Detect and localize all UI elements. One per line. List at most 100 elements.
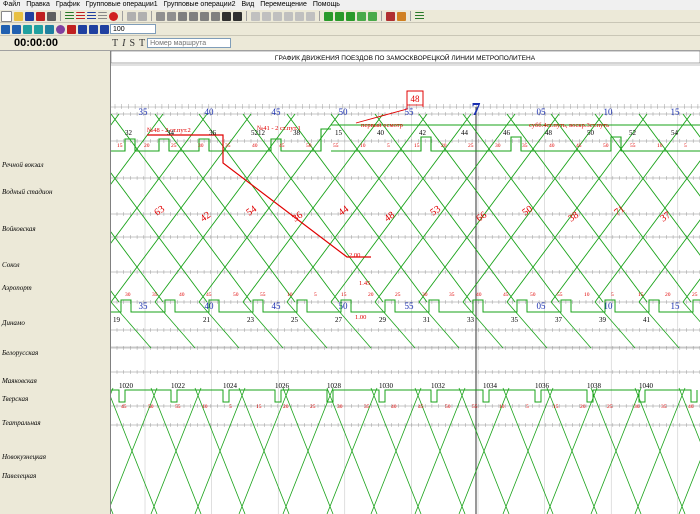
arrow-icon[interactable] bbox=[368, 11, 377, 21]
train-number-low: 1026 bbox=[275, 382, 290, 390]
stop-icon[interactable] bbox=[156, 11, 165, 21]
small-minute-label: 25 bbox=[310, 404, 316, 410]
delete-icon[interactable] bbox=[109, 11, 118, 21]
small-minute-label: 50 bbox=[148, 404, 154, 410]
binoculars-icon[interactable] bbox=[222, 11, 231, 21]
arrow-left-icon[interactable] bbox=[189, 11, 198, 21]
train-number-mid: 23 bbox=[247, 316, 255, 324]
lines-icon[interactable] bbox=[65, 11, 74, 21]
train-number-low: 1030 bbox=[379, 382, 394, 390]
undo-icon[interactable] bbox=[127, 11, 136, 21]
binoculars-icon[interactable] bbox=[233, 11, 242, 21]
train-path-lower bbox=[111, 507, 114, 514]
small-minute-label: 15 bbox=[553, 404, 559, 410]
cross-icon[interactable] bbox=[346, 11, 355, 21]
table-icon[interactable] bbox=[23, 24, 32, 34]
menu-item-5[interactable]: Вид bbox=[239, 0, 258, 10]
small-minute-label: 35 bbox=[661, 404, 667, 410]
menu-item-0[interactable]: Файл bbox=[0, 0, 23, 10]
small-minute-label: 20 bbox=[665, 292, 671, 298]
diagonal-train-number: 54 bbox=[244, 204, 259, 219]
lines-red-icon[interactable] bbox=[76, 11, 85, 21]
cross-icon[interactable] bbox=[335, 11, 344, 21]
menu-item-2[interactable]: График bbox=[53, 0, 83, 10]
train-number-mid: 35 bbox=[511, 316, 519, 324]
train-number-low: 1032 bbox=[431, 382, 446, 390]
train-number-mid: 37 bbox=[555, 316, 563, 324]
arrow-right-icon[interactable] bbox=[178, 11, 187, 21]
tools-icon[interactable] bbox=[397, 11, 406, 21]
train-number-top: 34 bbox=[167, 129, 175, 137]
minute-label-mid: 45 bbox=[272, 301, 282, 311]
station-label-0: Речной вокзал bbox=[2, 161, 44, 169]
train-schedule-chart[interactable]: ГРАФИК ДВИЖЕНИЯ ПОЕЗДОВ ПО ЗАМОСКВОРЕЦКО… bbox=[111, 51, 700, 514]
small-minute-label: 10 bbox=[360, 143, 366, 149]
small-minute-label: 45 bbox=[418, 404, 424, 410]
lines-blue-icon[interactable] bbox=[87, 11, 96, 21]
small-minute-label: 55 bbox=[175, 404, 181, 410]
text-tool-button-2[interactable]: Т bbox=[139, 38, 145, 49]
lines-icon[interactable] bbox=[415, 11, 424, 21]
menu-item-1[interactable]: Правка bbox=[23, 0, 53, 10]
grid-icon[interactable] bbox=[295, 11, 304, 21]
save-all-icon[interactable] bbox=[36, 11, 45, 21]
minute-label-mid: 05 bbox=[537, 301, 547, 311]
weekend-note: субб.4ст.путь, воскр.3ст.путь bbox=[529, 122, 609, 129]
lines-mixed-icon[interactable] bbox=[98, 11, 107, 21]
table-icon[interactable] bbox=[34, 24, 43, 34]
grid-icon[interactable] bbox=[306, 11, 315, 21]
tools-icon[interactable] bbox=[386, 11, 395, 21]
table-icon[interactable] bbox=[45, 24, 54, 34]
small-minute-label: 30 bbox=[495, 143, 501, 149]
list-icon[interactable] bbox=[12, 24, 21, 34]
arrow-left-icon[interactable] bbox=[200, 11, 209, 21]
separator bbox=[151, 11, 152, 21]
menu-item-6[interactable]: Перемещение bbox=[257, 0, 310, 10]
minute-label-top: 45 bbox=[272, 107, 282, 117]
grid-icon[interactable] bbox=[251, 11, 260, 21]
route-number-input[interactable] bbox=[147, 38, 232, 48]
menu-item-4[interactable]: Групповые операции2 bbox=[161, 0, 239, 10]
grid-icon[interactable] bbox=[262, 11, 271, 21]
new-file-icon[interactable] bbox=[1, 10, 12, 22]
small-minute-label: 30 bbox=[634, 404, 640, 410]
stop-icon[interactable] bbox=[167, 11, 176, 21]
small-minute-label: 15 bbox=[117, 143, 123, 149]
minute-label-mid: 15 bbox=[671, 301, 681, 311]
print-icon[interactable] bbox=[47, 11, 56, 21]
redo-icon[interactable] bbox=[138, 11, 147, 21]
menu-item-3[interactable]: Групповые операции1 bbox=[83, 0, 161, 10]
time-200: 2.00 bbox=[349, 252, 360, 259]
counter-icon[interactable] bbox=[67, 24, 76, 34]
grid-icon[interactable] bbox=[284, 11, 293, 21]
train-number-top: 46 bbox=[503, 129, 511, 137]
station-label-6: Белорусская bbox=[2, 349, 39, 357]
open-folder-icon[interactable] bbox=[14, 11, 23, 21]
arrow-right-icon[interactable] bbox=[211, 11, 220, 21]
clock-display: 00:00:00 bbox=[14, 37, 59, 49]
small-minute-label: 40 bbox=[688, 404, 694, 410]
diagonal-train-number: 63 bbox=[152, 204, 167, 219]
diagonal-icon[interactable] bbox=[324, 11, 333, 21]
minus-icon[interactable] bbox=[89, 24, 98, 34]
chart-title: ГРАФИК ДВИЖЕНИЯ ПОЕЗДОВ ПО ЗАМОСКВОРЕЦКО… bbox=[275, 53, 536, 62]
text-tool-button[interactable]: T bbox=[112, 38, 118, 49]
arrow-icon[interactable] bbox=[357, 11, 366, 21]
list-icon[interactable] bbox=[1, 24, 10, 34]
small-minute-label: 15 bbox=[256, 404, 262, 410]
globe-icon[interactable] bbox=[56, 24, 65, 34]
plus-icon[interactable] bbox=[100, 24, 109, 34]
grid-icon[interactable] bbox=[78, 24, 87, 34]
menu-item-7[interactable]: Помощь bbox=[310, 0, 343, 10]
train-number-mid: 19 bbox=[113, 316, 121, 324]
strike-tool-button[interactable]: S bbox=[129, 38, 135, 49]
save-icon[interactable] bbox=[25, 11, 34, 21]
station-label-3: Сокол bbox=[2, 261, 20, 269]
small-minute-label: 25 bbox=[607, 404, 613, 410]
scale-input[interactable] bbox=[110, 24, 156, 34]
station-label-7: Маяковская bbox=[2, 377, 37, 385]
italic-tool-button[interactable]: I bbox=[122, 38, 125, 49]
grid-icon[interactable] bbox=[273, 11, 282, 21]
train-number-low: 1028 bbox=[327, 382, 342, 390]
small-minute-label: 55 bbox=[630, 143, 636, 149]
